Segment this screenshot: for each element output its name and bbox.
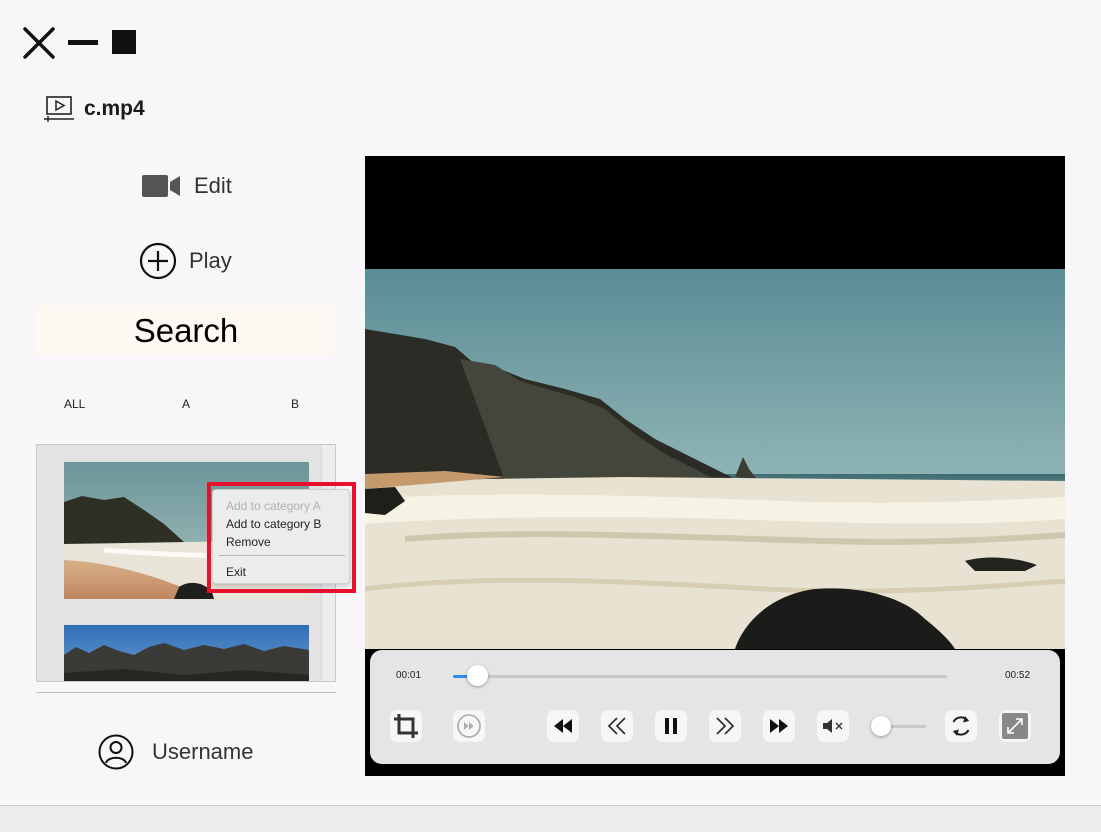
progress-bar[interactable] [453, 675, 947, 678]
muted-icon [823, 719, 843, 733]
current-time: 00:01 [396, 670, 422, 681]
maximize-window-icon[interactable] [112, 30, 136, 54]
file-name: c.mp4 [84, 97, 145, 120]
search-field[interactable]: Search [37, 305, 335, 355]
pause-icon [665, 718, 677, 734]
fast-forward-icon [716, 717, 735, 735]
mute-button[interactable] [817, 710, 849, 742]
edit-label: Edit [194, 173, 232, 198]
video-file-icon [44, 96, 74, 122]
plus-circle-icon [139, 242, 177, 280]
progress-handle[interactable] [467, 665, 489, 686]
skip-back-icon [554, 719, 572, 733]
fullscreen-button[interactable] [999, 710, 1031, 742]
filter-tab-all[interactable]: ALL [64, 397, 85, 411]
skip-forward-icon [770, 719, 788, 733]
divider [36, 692, 336, 693]
status-bar [0, 805, 1101, 832]
file-title: c.mp4 [44, 94, 145, 124]
close-window-icon[interactable] [22, 26, 56, 60]
username-label: Username [152, 739, 254, 764]
skip-forward-button[interactable] [763, 710, 795, 742]
pause-button[interactable] [655, 710, 687, 742]
speed-icon [457, 714, 481, 738]
highlight-box [207, 482, 356, 593]
minimize-window-icon[interactable] [68, 40, 98, 45]
video-frame [365, 269, 1065, 649]
video-camera-icon [142, 175, 180, 197]
filter-tab-a[interactable]: A [182, 397, 190, 411]
rewind-icon [607, 717, 626, 735]
video-thumbnail[interactable] [64, 625, 309, 682]
user-profile[interactable]: Username [98, 733, 253, 771]
crop-icon [394, 714, 418, 738]
loop-button[interactable] [945, 710, 977, 742]
player-controls: 00:01 00:52 [370, 650, 1060, 764]
play-button[interactable]: Play [139, 242, 232, 280]
fast-forward-button[interactable] [709, 710, 741, 742]
loop-icon [952, 716, 970, 736]
filter-tab-b[interactable]: B [291, 397, 299, 411]
fullscreen-icon [1002, 713, 1028, 739]
user-icon [98, 734, 134, 770]
play-label: Play [189, 248, 232, 273]
edit-button[interactable]: Edit [142, 170, 232, 202]
crop-button[interactable] [390, 710, 422, 742]
volume-handle[interactable] [871, 716, 891, 736]
playback-speed-button[interactable] [453, 710, 485, 742]
skip-back-button[interactable] [547, 710, 579, 742]
rewind-button[interactable] [601, 710, 633, 742]
total-time: 00:52 [1005, 670, 1031, 681]
